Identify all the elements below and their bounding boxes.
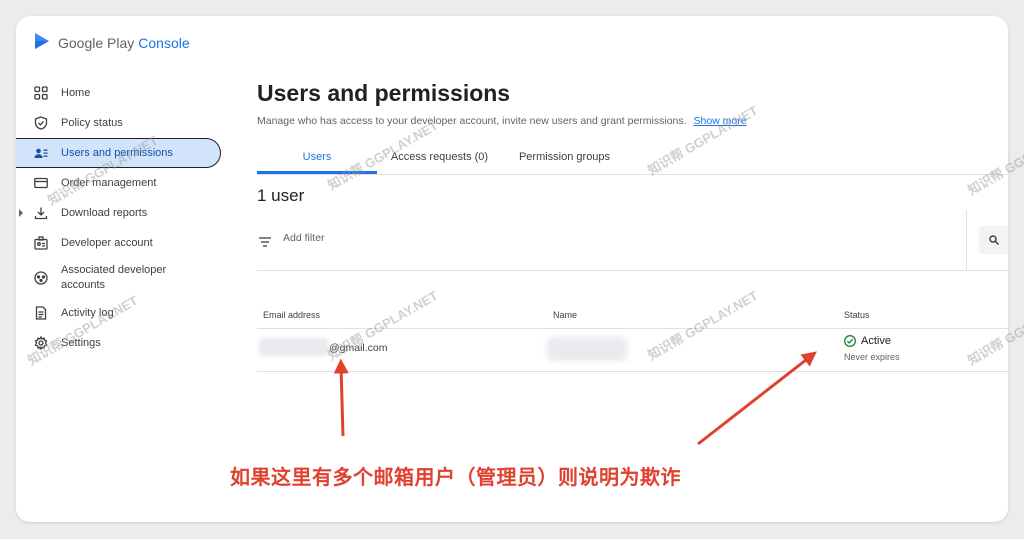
show-more-link[interactable]: Show more [694,115,747,127]
table-row[interactable]: @gmail.com Active Never expires [257,329,1008,372]
status-expiry: Never expires [844,352,900,362]
table-header: Email address Name Status [257,300,1008,329]
sidebar-item-label: Download reports [61,207,148,219]
sidebar: Home Policy status Users and permissions… [16,78,226,358]
tab-bar: Users Access requests (0) Permission gro… [257,144,1008,175]
subtitle-text: Manage who has access to your developer … [257,115,687,127]
grid-icon [34,86,48,100]
check-circle-icon [844,335,856,347]
column-header-email[interactable]: Email address [263,310,320,320]
shield-icon [34,116,48,130]
gear-icon [34,336,48,350]
filter-icon[interactable] [259,234,271,247]
column-header-status[interactable]: Status [844,310,870,320]
sidebar-item-label: Home [61,87,91,99]
sidebar-item-settings[interactable]: Settings [16,328,226,358]
search-box[interactable] [979,226,1008,254]
sidebar-item-label: Settings [61,337,101,349]
console-window: Google Play Console Home Policy status U… [16,16,1008,522]
badge-icon [34,236,48,250]
tab-permission-groups[interactable]: Permission groups [502,144,627,174]
column-header-name[interactable]: Name [553,310,577,320]
status-label: Active [861,335,891,347]
sidebar-item-home[interactable]: Home [16,78,226,108]
user-email: @gmail.com [329,342,388,354]
filter-bar: Add filter [257,210,1008,271]
redacted-name-blur [547,337,627,361]
annotation-arrow-email [333,358,349,437]
sidebar-item-label: Order management [61,177,157,189]
download-icon [34,206,48,220]
play-console-icon [34,32,50,55]
sidebar-item-associated-developer-accounts[interactable]: Associated developer accounts [16,258,226,298]
logo-text-google-play: Google Play [58,35,135,51]
sidebar-item-label: Policy status [61,117,123,129]
users-icon [34,146,48,160]
document-icon [34,306,48,320]
sidebar-item-label: Users and permissions [61,147,173,159]
sidebar-item-users-and-permissions[interactable]: Users and permissions [16,138,221,168]
sidebar-item-activity-log[interactable]: Activity log [16,298,226,328]
sidebar-item-label: Developer account [61,237,153,249]
user-count: 1 user [257,186,305,205]
page-subtitle: Manage who has access to your developer … [257,115,747,127]
user-status: Active Never expires [844,335,900,362]
sidebar-item-label: Activity log [61,307,114,319]
add-filter-input[interactable]: Add filter [283,232,324,244]
tab-users[interactable]: Users [257,144,377,174]
annotation-note: 如果这里有多个邮箱用户（管理员）则说明为欺诈 [230,467,681,489]
sidebar-item-policy-status[interactable]: Policy status [16,108,226,138]
sidebar-item-download-reports[interactable]: Download reports [16,198,226,228]
credit-card-icon [34,176,48,190]
sidebar-item-order-management[interactable]: Order management [16,168,226,198]
tab-access-requests[interactable]: Access requests (0) [377,144,502,174]
logo-text-console: Console [138,35,190,51]
google-play-console-logo[interactable]: Google Play Console [34,32,190,54]
search-icon [989,235,999,245]
divider [966,210,967,270]
expand-caret-icon[interactable] [19,209,23,217]
sidebar-item-label: Associated developer accounts [61,264,167,291]
page-title: Users and permissions [257,80,511,106]
linked-accounts-icon [34,271,48,285]
redacted-email-blur [259,338,329,356]
sidebar-item-developer-account[interactable]: Developer account [16,228,226,258]
